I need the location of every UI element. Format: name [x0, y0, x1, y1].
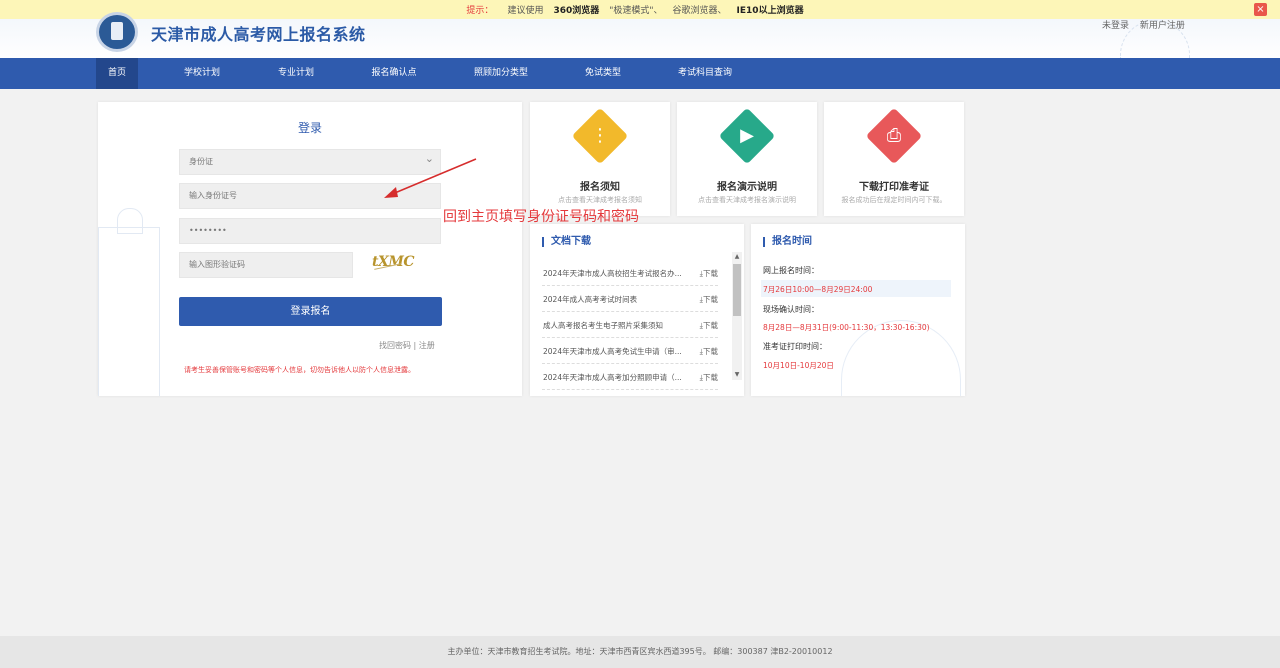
download-link[interactable]: ⤓下载 — [700, 287, 718, 312]
forgot-password-link[interactable]: 找回密码 — [379, 341, 411, 350]
captcha-image[interactable]: tXMC — [372, 254, 416, 276]
download-link[interactable]: ⤓下载 — [700, 339, 718, 364]
list-item[interactable]: 2024年天津市成人高校招生考试报名办... ⤓下载 — [542, 261, 718, 286]
ticket-print-label: 准考证打印时间： — [763, 342, 827, 351]
tip-browser-360: 360浏览器 — [553, 6, 600, 16]
footer: 主办单位：天津市教育招生考试院。地址：天津市西青区宾水西道395号。 邮编：30… — [0, 636, 1280, 668]
doc-name[interactable]: 2024年天津市成人高校招生考试报名办... — [543, 261, 683, 286]
printer-icon: ⎙ — [886, 125, 902, 146]
nav-item-school-plan[interactable]: 学校计划 — [172, 58, 232, 89]
download-link[interactable]: ⤓下载 — [700, 365, 718, 390]
security-notice: 请考生妥善保管账号和密码等个人信息，切勿告诉他人以防个人信息泄露。 — [184, 366, 415, 374]
ticket-print-value: 10月10日-10月20日 — [763, 361, 834, 370]
nav-item-home[interactable]: 首页 — [96, 58, 138, 89]
doc-name[interactable]: 成人高考报名考生电子照片采集须知 — [543, 313, 683, 338]
login-register-button[interactable]: 登录报名 — [179, 297, 442, 326]
list-item[interactable]: 2024年成人高考考试时间表 ⤓下载 — [542, 287, 718, 312]
doc-list-scrollbar[interactable]: ▲ ▼ — [732, 252, 742, 380]
annotation-text: 回到主页填写身份证号码和密码 — [443, 209, 639, 225]
card-description: 报名成功后在规定时间内可下载。 — [841, 196, 947, 204]
scroll-up-icon[interactable]: ▲ — [732, 252, 742, 262]
tip-browser-ie: IE10以上浏览器 — [736, 6, 804, 16]
card-registration-notice[interactable]: ⋮ 报名须知 点击查看天津成考报名须知 — [530, 102, 670, 216]
site-logo[interactable] — [96, 12, 138, 52]
card-title: 报名演示说明 — [717, 182, 777, 193]
card-description: 点击查看天津成考报名演示说明 — [698, 196, 796, 204]
nav-item-major-plan[interactable]: 专业计划 — [266, 58, 326, 89]
user-links: 未登录 新用户注册 — [1102, 18, 1193, 31]
card-title: 报名须知 — [580, 182, 620, 193]
nav-item-subject-query[interactable]: 考试科目查询 — [670, 58, 740, 89]
section-title: 文档下载 — [542, 237, 591, 247]
doc-name[interactable]: 2024年天津市成人高考免试生申请（审... — [543, 339, 683, 364]
tip-label: 提示： — [466, 6, 494, 16]
annotation-arrow — [384, 158, 477, 198]
doc-name[interactable]: 2024年成人高考考试时间表 — [543, 287, 683, 312]
download-link[interactable]: ⤓下载 — [700, 261, 718, 286]
tip-prefix: 建议使用 — [507, 6, 544, 16]
password-input[interactable]: •••••••• — [179, 218, 441, 244]
captcha-input[interactable]: 输入图形验证码 — [179, 252, 353, 278]
new-user-register-link[interactable]: 新用户注册 — [1140, 21, 1185, 31]
document-download-panel: 文档下载 2024年天津市成人高校招生考试报名办... ⤓下载 2024年成人高… — [530, 224, 744, 396]
onsite-confirm-value: 8月28日—8月31日(9:00-11:30，13:30-16:30) — [763, 323, 930, 332]
tip-browser-chrome: 谷歌浏览器、 — [672, 6, 727, 16]
video-icon: ▶ — [740, 125, 754, 146]
nav-item-confirm-points[interactable]: 报名确认点 — [362, 58, 426, 89]
doc-name[interactable]: 2024年天津市成人高考加分照顾申请（... — [543, 365, 683, 390]
login-title: 登录 — [297, 121, 322, 135]
link-separator: | — [413, 341, 417, 350]
login-status: 未登录 — [1102, 21, 1130, 31]
scroll-thumb[interactable] — [733, 264, 741, 316]
list-item[interactable]: 成人高考报名考生电子照片采集须知 ⤓下载 — [542, 313, 718, 338]
notice-icon: ⋮ — [591, 125, 609, 146]
decorative-building — [98, 208, 160, 396]
download-link[interactable]: ⤓下载 — [700, 313, 718, 338]
online-registration-label: 网上报名时间： — [763, 266, 819, 275]
card-demo-instructions[interactable]: ▶ 报名演示说明 点击查看天津成考报名演示说明 — [677, 102, 817, 216]
list-item[interactable]: 2024年天津市成人高考免试生申请（审... ⤓下载 — [542, 339, 718, 364]
card-print-admission-ticket[interactable]: ⎙ 下载打印准考证 报名成功后在规定时间内可下载。 — [824, 102, 964, 216]
section-title: 报名时间 — [763, 237, 812, 247]
online-registration-value: 7月26日10:00—8月29日24:00 — [763, 285, 873, 294]
nav-item-exemption-types[interactable]: 免试类型 — [576, 58, 630, 89]
login-panel: 登录 身份证 输入身份证号 •••••••• 输入图形验证码 tXMC 登录报名… — [98, 102, 522, 396]
browser-tip-bar: 提示： 建议使用 360浏览器 "极速模式"、 谷歌浏览器、 IE10以上浏览器… — [0, 0, 1280, 19]
close-icon[interactable]: × — [1254, 3, 1267, 16]
login-links: 找回密码 | 注册 — [379, 340, 435, 351]
main-nav: 首页 学校计划 专业计划 报名确认点 照顾加分类型 免试类型 考试科目查询 — [0, 58, 1280, 89]
site-title: 天津市成人高考网上报名系统 — [151, 25, 366, 44]
card-title: 下载打印准考证 — [859, 182, 929, 193]
list-item[interactable]: 2024年天津市成人高考加分照顾申请（... ⤓下载 — [542, 365, 718, 390]
header: 提示： 建议使用 360浏览器 "极速模式"、 谷歌浏览器、 IE10以上浏览器… — [0, 0, 1280, 58]
registration-time-panel: 报名时间 网上报名时间： 7月26日10:00—8月29日24:00 现场确认时… — [751, 224, 965, 396]
tip-mode: "极速模式"、 — [609, 6, 663, 16]
scroll-down-icon[interactable]: ▼ — [732, 370, 742, 380]
card-description: 点击查看天津成考报名须知 — [558, 196, 642, 204]
onsite-confirm-label: 现场确认时间： — [763, 305, 819, 314]
register-link[interactable]: 注册 — [419, 341, 435, 350]
nav-item-bonus-types[interactable]: 照顾加分类型 — [466, 58, 536, 89]
